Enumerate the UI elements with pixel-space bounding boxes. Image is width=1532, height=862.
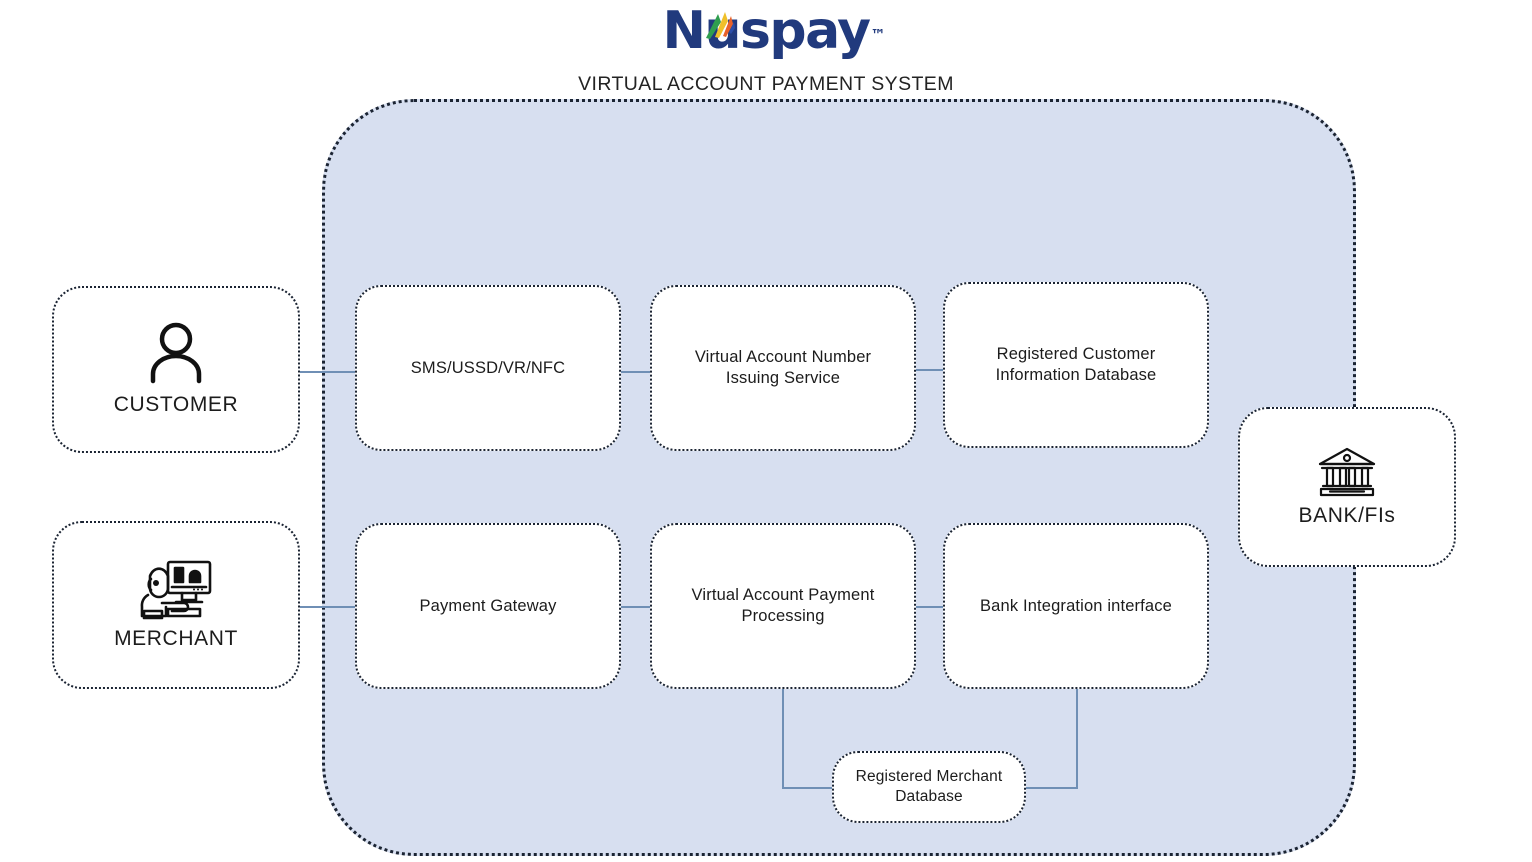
module-virtual-account-payment-processing[interactable]: Virtual Account Payment Processing xyxy=(650,523,916,689)
module-label: Payment Gateway xyxy=(419,596,557,615)
merchant-actor[interactable]: MERCHANT xyxy=(52,521,300,689)
module-label: Bank Integration interface xyxy=(980,596,1172,615)
connector-van-to-rcid xyxy=(916,369,944,371)
diagram-canvas: Nuspay ™ VIRTUAL ACCOUNT PAYMENT SYSTEM xyxy=(0,0,1532,862)
connector-merchant-to-gateway xyxy=(300,606,356,608)
module-label: Registered Merchant Database xyxy=(855,768,1003,805)
customer-label: CUSTOMER xyxy=(113,393,239,416)
module-registered-customer-information-database[interactable]: Registered Customer Information Database xyxy=(943,282,1209,448)
connector-bii-to-rmd-vertical xyxy=(1076,689,1078,788)
module-virtual-account-number-issuing-service[interactable]: Virtual Account Number Issuing Service xyxy=(650,285,916,451)
system-boundary xyxy=(322,99,1356,856)
module-label: SMS/USSD/VR/NFC xyxy=(410,358,566,377)
module-label: Virtual Account Number Issuing Service xyxy=(694,348,872,387)
module-bank-integration-interface[interactable]: Bank Integration interface xyxy=(943,523,1209,689)
connector-vapp-to-rmd-horizontal xyxy=(782,787,836,789)
module-registered-merchant-database[interactable]: Registered Merchant Database xyxy=(832,751,1026,823)
logo-wordmark: Nuspay xyxy=(662,1,871,61)
connector-bii-to-rmd-horizontal xyxy=(1022,787,1078,789)
connector-sms-to-van xyxy=(621,371,651,373)
person-icon xyxy=(145,321,207,392)
page-title: VIRTUAL ACCOUNT PAYMENT SYSTEM xyxy=(578,73,954,95)
bank-label: BANK/FIs xyxy=(1298,503,1396,527)
module-label: Virtual Account Payment Processing xyxy=(691,586,875,625)
bank-building-icon xyxy=(1316,446,1378,503)
module-payment-gateway[interactable]: Payment Gateway xyxy=(355,523,621,689)
connector-vapp-to-rmd-vertical xyxy=(782,689,784,788)
connector-customer-to-sms xyxy=(300,371,356,373)
nuspay-leaf-mark-icon xyxy=(702,0,736,39)
connector-gateway-to-vapp xyxy=(621,606,651,608)
module-label: Registered Customer Information Database xyxy=(995,345,1157,384)
customer-actor[interactable]: CUSTOMER xyxy=(52,286,300,453)
merchant-workstation-icon xyxy=(138,559,214,626)
connector-vapp-to-bii xyxy=(916,606,944,608)
merchant-label: MERCHANT xyxy=(114,626,238,650)
brand-logo: Nuspay ™ xyxy=(0,2,1532,60)
bank-actor[interactable]: BANK/FIs xyxy=(1238,407,1456,567)
trademark-symbol: ™ xyxy=(870,26,886,44)
module-sms-ussd-vr-nfc[interactable]: SMS/USSD/VR/NFC xyxy=(355,285,621,451)
